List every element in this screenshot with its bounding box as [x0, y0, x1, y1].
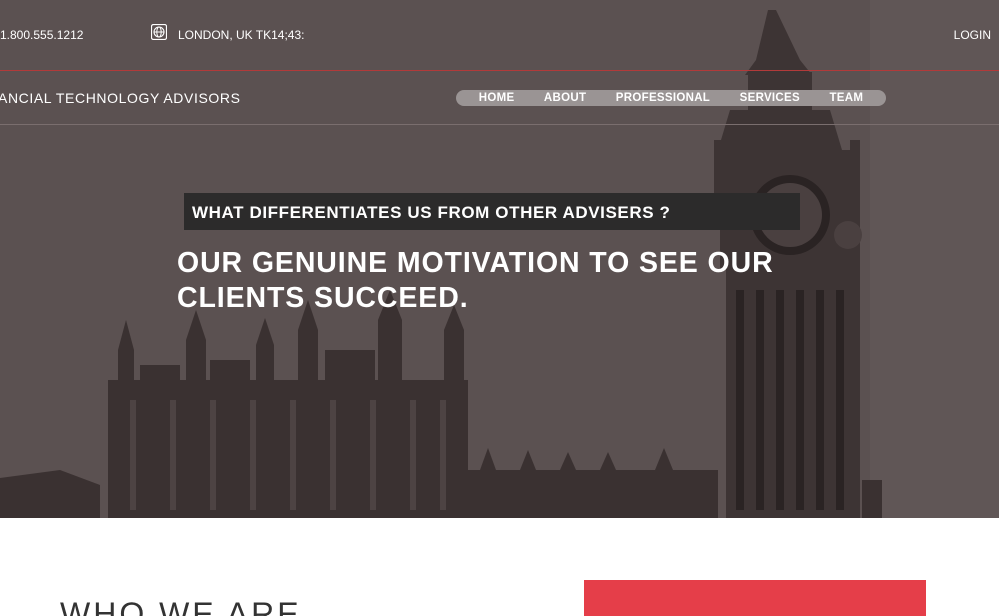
top-bar: 1.800.555.1212 LONDON, UK TK14;43: LOGIN — [0, 0, 999, 71]
login-link[interactable]: LOGIN — [954, 28, 991, 42]
site-brand[interactable]: ANCIAL TECHNOLOGY ADVISORS — [0, 90, 241, 106]
hero-headline: WHAT DIFFERENTIATES US FROM OTHER ADVISE… — [184, 193, 800, 230]
location-text: LONDON, UK TK14;43: — [178, 28, 305, 42]
hero-banner: 1.800.555.1212 LONDON, UK TK14;43: LOGIN… — [0, 0, 999, 518]
nav-item-home[interactable]: HOME — [479, 92, 515, 104]
globe-icon — [151, 24, 167, 40]
nav-item-about[interactable]: ABOUT — [544, 92, 586, 104]
main-navbar: ANCIAL TECHNOLOGY ADVISORS HOME ABOUT PR… — [0, 72, 999, 125]
nav-item-services[interactable]: SERVICES — [740, 92, 800, 104]
main-menu: HOME ABOUT PROFESSIONAL SERVICES TEAM — [456, 90, 886, 106]
red-feature-card — [584, 580, 926, 616]
nav-item-professional[interactable]: PROFESSIONAL — [616, 92, 710, 104]
nav-item-team[interactable]: TEAM — [829, 92, 863, 104]
hero-subheadline: OUR GENUINE MOTIVATION TO SEE OUR CLIENT… — [177, 247, 774, 314]
who-we-are-title: WHO WE ARE — [60, 596, 302, 616]
phone-number[interactable]: 1.800.555.1212 — [0, 28, 83, 42]
